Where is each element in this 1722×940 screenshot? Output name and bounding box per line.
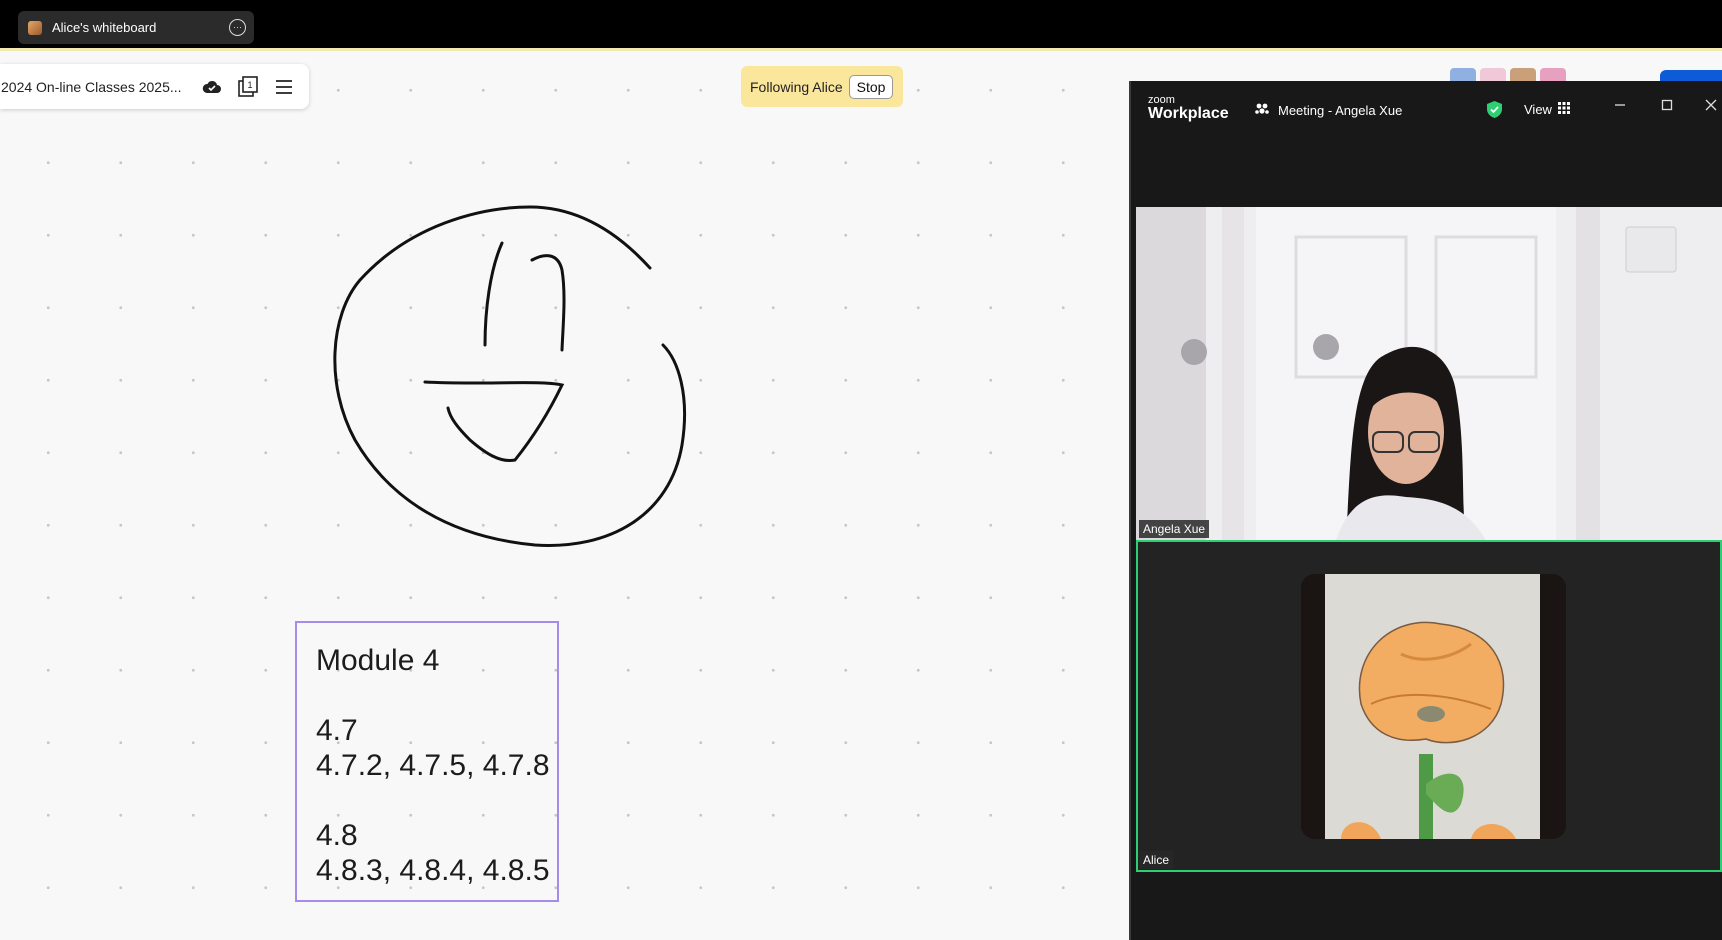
note-line: 4.8 <box>316 819 358 852</box>
close-icon[interactable] <box>1701 97 1721 117</box>
participant-name-tag: Alice <box>1139 851 1174 869</box>
note-line <box>316 678 557 713</box>
note-line: 4.7.2, 4.7.5, 4.7.8 <box>316 749 550 782</box>
participants-icon <box>1254 102 1270 119</box>
view-label: View <box>1524 102 1552 117</box>
following-banner: Following Alice Stop <box>741 66 903 107</box>
face-outline <box>333 205 686 547</box>
share-title-pill[interactable]: Alice's whiteboard ··· <box>18 11 254 44</box>
view-button[interactable]: View <box>1524 102 1570 117</box>
menu-icon[interactable] <box>273 76 295 98</box>
video-tile-alice[interactable]: Alice <box>1136 540 1722 872</box>
document-toolbar: 2024 On-line Classes 2025... 1 <box>0 64 309 109</box>
shield-check-icon[interactable] <box>1486 100 1503 124</box>
video-tile-angela[interactable]: Angela Xue <box>1136 207 1722 540</box>
avatar-flower-image <box>1301 574 1566 839</box>
minimize-icon[interactable] <box>1610 97 1630 117</box>
pages-icon[interactable]: 1 <box>237 75 259 98</box>
freehand-drawing[interactable] <box>330 195 700 555</box>
note-line: Module 4 <box>316 644 440 677</box>
cloud-save-icon[interactable] <box>201 76 223 98</box>
whiteboard-app-icon <box>28 20 42 35</box>
zoom-logo-large: Workplace <box>1148 105 1229 122</box>
mouth-stroke <box>423 380 565 463</box>
share-title: Alice's whiteboard <box>52 20 157 35</box>
meeting-title[interactable]: Meeting - Angela Xue <box>1254 102 1402 119</box>
left-eye-stroke <box>483 241 504 347</box>
stop-following-button[interactable]: Stop <box>848 74 894 99</box>
note-line <box>316 783 557 818</box>
zoom-logo: zoom Workplace <box>1148 95 1229 122</box>
note-line: 4.8.3, 4.8.4, 4.8.5 <box>316 854 550 887</box>
following-label: Following Alice <box>750 78 843 95</box>
grid-icon <box>1557 102 1570 117</box>
page-count: 1 <box>247 80 252 90</box>
more-horizontal-icon[interactable]: ··· <box>229 19 246 36</box>
maximize-icon[interactable] <box>1657 97 1677 117</box>
screen-share-bar: Alice's whiteboard ··· <box>0 0 1722 51</box>
module-note-textbox[interactable]: Module 4 4.7 4.7.2, 4.7.5, 4.7.8 4.8 4.8… <box>295 621 559 902</box>
participant-name-tag: Angela Xue <box>1139 520 1210 538</box>
meeting-title-text: Meeting - Angela Xue <box>1278 103 1403 118</box>
document-title[interactable]: 2024 On-line Classes 2025... <box>1 79 187 95</box>
zoom-title-bar[interactable]: zoom Workplace Meeting - Angela Xue View <box>1131 81 1722 133</box>
note-line: 4.7 <box>316 714 358 747</box>
right-eye-stroke <box>530 254 566 352</box>
camera-feed-angela <box>1136 207 1722 540</box>
